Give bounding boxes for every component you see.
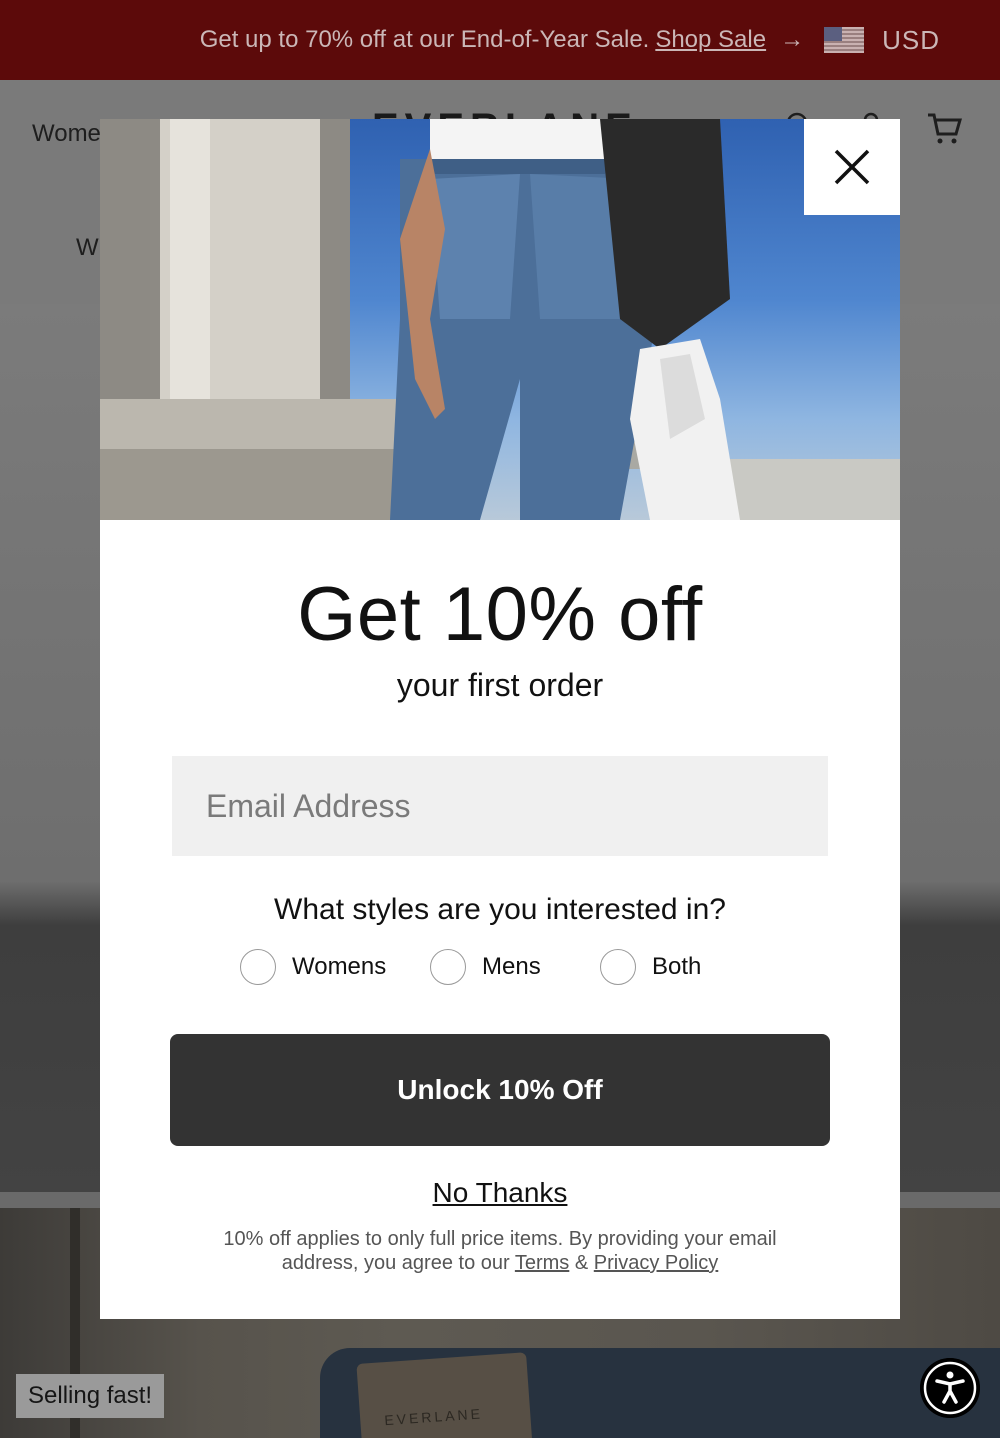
arrow-right-icon: → [780,26,805,53]
close-button[interactable] [804,119,900,215]
style-question: What styles are you interested in? [274,893,726,926]
radio-label-both: Both [652,953,702,980]
selling-fast-badge: Selling fast! [16,1374,165,1418]
disclaimer-text: 10% off applies to only full price items… [190,1227,810,1275]
us-flag-icon[interactable] [824,27,865,53]
radio-option-both[interactable]: Both [600,947,701,987]
radio-label-womens: Womens [292,953,387,980]
privacy-policy-link[interactable]: Privacy Policy [594,1252,718,1274]
radio-option-womens[interactable]: Womens [240,947,386,987]
currency-selector[interactable]: USD [882,25,940,56]
brand-patch-text: EVERLANE [383,1405,484,1429]
no-thanks-container: No Thanks [100,1177,900,1209]
terms-link[interactable]: Terms [515,1252,569,1274]
nav-item-women[interactable]: Wome [32,120,101,148]
modal-subheading: your first order [396,667,604,703]
model-photo [100,119,900,520]
radio-label-mens: Mens [482,953,541,980]
modal-heading: Get 10% off [297,572,703,657]
disclaimer-amp: & [574,1252,589,1274]
radio-button[interactable] [600,949,636,985]
promo-bar: Get up to 70% off at our End-of-Year Sal… [0,0,1000,80]
promo-text: Get up to 70% off at our End-of-Year Sal… [199,26,650,53]
email-field[interactable] [172,756,828,856]
accessibility-icon[interactable] [920,1358,980,1418]
radio-button[interactable] [430,949,466,985]
unlock-discount-button[interactable]: Unlock 10% Off [170,1034,830,1146]
subnav-item-left[interactable]: W [76,234,99,262]
signup-modal: Get 10% off your first order What styles… [100,119,900,1319]
no-thanks-link[interactable]: No Thanks [433,1177,568,1208]
modal-hero-image [100,119,900,520]
radio-button[interactable] [240,949,276,985]
close-icon[interactable] [804,119,900,215]
cart-icon[interactable] [926,110,962,146]
shop-sale-link[interactable]: Shop Sale [655,26,766,54]
brand-patch: EVERLANE [356,1352,534,1438]
radio-option-mens[interactable]: Mens [430,947,541,987]
